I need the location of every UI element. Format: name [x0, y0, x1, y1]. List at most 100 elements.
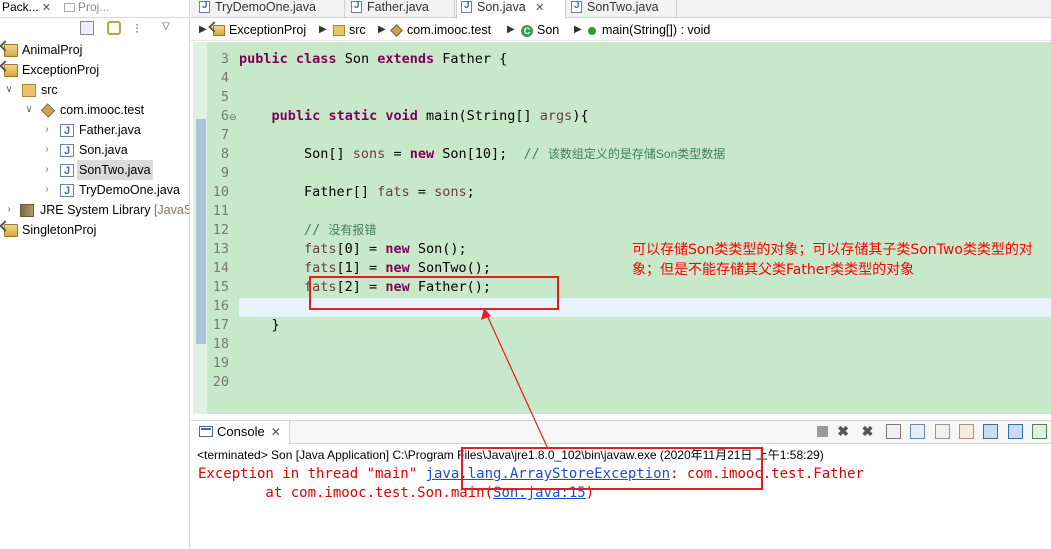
- tab-label: Father.java: [367, 0, 429, 14]
- tab-package-explorer[interactable]: Pack... ✕: [0, 0, 51, 18]
- stacktrace-prefix: at com.imooc.test.Son.main(: [198, 485, 494, 501]
- breadcrumb-src[interactable]: src: [333, 22, 366, 38]
- code-line-3: public class Son extends Father {: [239, 50, 507, 69]
- code-text: main(String[]: [417, 108, 540, 124]
- code-text: SonTwo();: [409, 260, 491, 276]
- code-editor[interactable]: 3 4 5 6 7 8 9 10 11 12 13 14 15 16 17 18…: [193, 42, 1051, 414]
- console-tab-label: Console: [217, 424, 265, 439]
- method-icon: [588, 26, 596, 35]
- view-menu-icon[interactable]: ▽: [162, 21, 176, 35]
- close-icon[interactable]: ✕: [535, 2, 544, 14]
- line-number: 9: [220, 165, 229, 181]
- line-number: 20: [212, 374, 229, 390]
- display-selected-console-icon[interactable]: [983, 424, 999, 440]
- remove-all-icon[interactable]: ✖: [862, 424, 877, 439]
- chevron-right-icon[interactable]: ›: [42, 180, 52, 200]
- keyword: void: [385, 108, 418, 124]
- tree-item-label: Father.java: [79, 123, 141, 137]
- chevron-down-icon[interactable]: ∨: [24, 100, 34, 120]
- code-text: ){: [572, 108, 589, 124]
- tab-console[interactable]: Console ✕: [191, 421, 290, 444]
- breadcrumb-src-label: src: [349, 23, 366, 37]
- open-console-icon[interactable]: [1007, 424, 1023, 440]
- project-icon: [4, 44, 18, 57]
- fold-toggle-icon[interactable]: ⊖: [229, 112, 237, 123]
- breadcrumb: ▶ ExceptionProj ▶ src ▶ com.imooc.test ▶…: [191, 19, 1051, 41]
- pin-console-icon[interactable]: [958, 424, 974, 440]
- chevron-right-icon[interactable]: ›: [4, 200, 14, 220]
- terminate-icon[interactable]: [816, 426, 828, 438]
- word-wrap-icon[interactable]: [934, 424, 950, 440]
- tab-project-explorer-label: Proj...: [78, 0, 110, 14]
- code-area[interactable]: public class Son extends Father { public…: [239, 42, 1051, 414]
- keyword: new: [385, 260, 410, 276]
- breadcrumb-method-label: main(String[]) : void: [602, 23, 711, 37]
- change-marker: [196, 119, 206, 344]
- package-icon: [390, 24, 403, 38]
- chevron-right-icon: ▶: [199, 24, 207, 35]
- highlight-box-line-15: [309, 276, 559, 310]
- console-header: Console ✕ ✖ ✖: [191, 420, 1051, 444]
- close-icon[interactable]: ✕: [42, 2, 51, 14]
- tab-father[interactable]: Father.java: [347, 0, 455, 18]
- line-number: 8: [220, 146, 229, 162]
- chevron-right-icon: ▶: [574, 24, 582, 35]
- line-number: 15: [212, 279, 229, 295]
- code-text: Son: [336, 51, 378, 67]
- remove-launch-icon[interactable]: ✖: [837, 424, 852, 439]
- code-line-17: }: [239, 316, 280, 335]
- tree-item-label: TryDemoOne.java: [79, 183, 180, 197]
- tab-sontwo[interactable]: SonTwo.java: [567, 0, 677, 18]
- keyword: extends: [377, 51, 435, 67]
- library-icon: [20, 204, 34, 217]
- collapse-all-icon[interactable]: [80, 20, 94, 35]
- code-line-8: Son[] sons = new Son[10]; // 该数组定义的是存储So…: [239, 145, 725, 164]
- variable: sons: [434, 184, 467, 200]
- tree-item-label: AnimalProj: [22, 43, 83, 57]
- line-numbers: 3 4 5 6 7 8 9 10 11 12 13 14 15 16 17 18…: [207, 42, 229, 414]
- project-icon: [4, 224, 18, 237]
- clear-console-icon[interactable]: [885, 424, 901, 440]
- new-console-icon[interactable]: [1032, 424, 1047, 440]
- scroll-lock-icon[interactable]: [910, 424, 926, 440]
- line-number: 10: [212, 184, 229, 200]
- java-file-icon: [199, 0, 210, 13]
- keyword: public: [271, 108, 321, 124]
- chevron-right-icon[interactable]: ›: [42, 120, 52, 140]
- explorer-tabs: Pack... ✕ Proj...: [0, 0, 189, 18]
- tree-item-label: SonTwo.java: [77, 160, 153, 180]
- close-icon[interactable]: ✕: [271, 425, 281, 439]
- console-toolbar: ✖ ✖: [811, 424, 1047, 442]
- tree-item-decoration: [JavaS: [153, 203, 190, 217]
- breadcrumb-method[interactable]: main(String[]) : void: [588, 22, 710, 38]
- breadcrumb-project[interactable]: ExceptionProj: [213, 22, 306, 38]
- line-number: 16: [212, 298, 229, 314]
- comment: 没有报错: [328, 223, 377, 237]
- chevron-right-icon[interactable]: ›: [42, 160, 52, 180]
- chevron-right-icon[interactable]: ›: [42, 140, 52, 160]
- keyword: static: [328, 108, 378, 124]
- tab-project-explorer[interactable]: Proj...: [62, 0, 109, 18]
- link-with-editor-icon[interactable]: [107, 20, 122, 35]
- view-menu-dots-icon[interactable]: ⁝: [135, 21, 149, 35]
- code-line-12: // 没有报错: [239, 221, 376, 240]
- package-explorer: Pack... ✕ Proj... ⁝ ▽ AnimalProj Exceptio…: [0, 0, 190, 549]
- tab-son[interactable]: Son.java ✕: [456, 0, 566, 19]
- java-file-icon: [461, 0, 472, 13]
- editor-tab-bar: TryDemoOne.java Father.java Son.java ✕ S…: [191, 0, 1051, 19]
- code-text: Father[]: [239, 184, 378, 200]
- chevron-right-icon: ▶: [319, 24, 327, 35]
- breadcrumb-class[interactable]: C Son: [521, 22, 559, 38]
- breadcrumb-package[interactable]: com.imooc.test: [390, 22, 491, 38]
- tab-label: TryDemoOne.java: [215, 0, 316, 14]
- chevron-down-icon[interactable]: ∨: [4, 80, 14, 100]
- tab-trydemoone[interactable]: TryDemoOne.java: [195, 0, 345, 18]
- code-text: Son[]: [239, 146, 353, 162]
- java-file-icon: [60, 181, 74, 201]
- keyword: new: [385, 241, 410, 257]
- line-number: 7: [220, 127, 229, 143]
- line-number: 4: [220, 70, 229, 86]
- tab-package-explorer-label: Pack...: [2, 0, 39, 14]
